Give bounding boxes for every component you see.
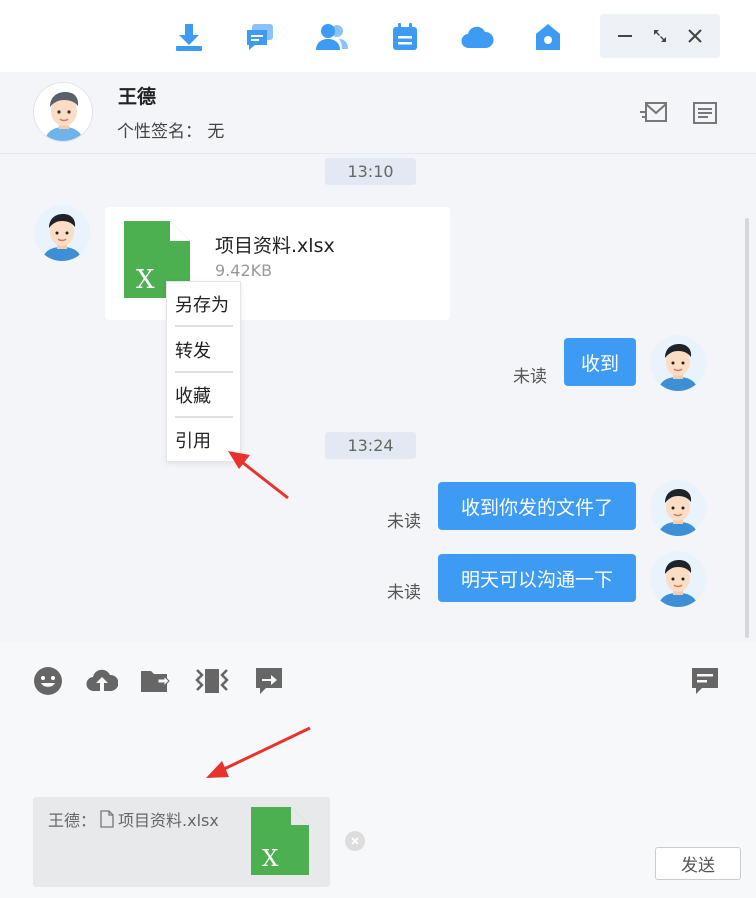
contact-signature: 个性签名： 无 bbox=[117, 122, 225, 142]
quote-text: 王德： 项目资料.xlsx bbox=[48, 807, 219, 831]
minimize-icon[interactable] bbox=[611, 22, 639, 50]
file-message-card[interactable]: X 项目资料.xlsx 9.42KB bbox=[105, 207, 450, 320]
chat-record-icon[interactable] bbox=[690, 98, 720, 128]
menu-item-quote[interactable]: 引用 bbox=[175, 418, 233, 462]
cloud-icon[interactable] bbox=[460, 20, 494, 54]
fullscreen-icon[interactable] bbox=[646, 22, 674, 50]
emoji-icon[interactable] bbox=[31, 664, 65, 698]
send-folder-icon[interactable] bbox=[138, 664, 172, 698]
send-mail-icon[interactable] bbox=[639, 98, 669, 128]
file-name: 项目资料.xlsx bbox=[215, 235, 335, 257]
timestamp: 13:24 bbox=[325, 432, 416, 459]
menu-item-favorite[interactable]: 收藏 bbox=[175, 373, 233, 417]
self-avatar[interactable] bbox=[650, 480, 706, 536]
forward-icon[interactable] bbox=[252, 664, 286, 698]
contact-avatar[interactable] bbox=[33, 82, 93, 142]
menu-divider bbox=[175, 325, 233, 327]
message-bubble[interactable]: 收到你发的文件了 bbox=[438, 482, 636, 530]
top-toolbar bbox=[0, 0, 756, 72]
context-menu: 另存为 转发 收藏 引用 bbox=[166, 281, 241, 462]
file-icon bbox=[100, 810, 114, 828]
svg-text:X: X bbox=[136, 265, 155, 295]
read-status: 未读 bbox=[513, 367, 547, 387]
file-size: 9.42KB bbox=[215, 261, 273, 280]
excel-file-icon: X bbox=[251, 807, 309, 875]
window-controls bbox=[600, 14, 720, 58]
chat-icon[interactable] bbox=[243, 20, 277, 54]
close-icon[interactable] bbox=[681, 22, 709, 50]
quote-preview: 王德： 项目资料.xlsx X bbox=[33, 797, 330, 887]
timestamp: 13:10 bbox=[325, 158, 416, 185]
quote-close-icon[interactable] bbox=[345, 831, 365, 851]
quote-sender: 王德： bbox=[48, 811, 97, 830]
upload-cloud-icon[interactable] bbox=[85, 664, 119, 698]
message-scrollbar[interactable] bbox=[745, 218, 749, 638]
chat-window: 王德 个性签名： 无 13:10 X 项目资料.xlsx 9.42KB 另存为 … bbox=[0, 0, 756, 898]
contacts-icon[interactable] bbox=[315, 20, 349, 54]
svg-text:X: X bbox=[262, 846, 279, 872]
send-button[interactable]: 发送 bbox=[655, 847, 741, 880]
contact-name: 王德 bbox=[118, 86, 157, 108]
calendar-icon[interactable] bbox=[388, 20, 422, 54]
home-icon[interactable] bbox=[531, 20, 565, 54]
menu-item-forward[interactable]: 转发 bbox=[175, 328, 233, 372]
download-icon[interactable] bbox=[172, 20, 206, 54]
menu-item-save-as[interactable]: 另存为 bbox=[175, 282, 233, 326]
self-avatar[interactable] bbox=[650, 551, 706, 607]
self-avatar[interactable] bbox=[650, 335, 706, 391]
read-status: 未读 bbox=[387, 512, 421, 532]
sender-avatar[interactable] bbox=[34, 205, 90, 261]
quote-file-name: 项目资料.xlsx bbox=[118, 811, 219, 830]
contact-header: 王德 个性签名： 无 bbox=[0, 72, 756, 154]
screenshot-icon[interactable] bbox=[195, 664, 229, 698]
read-status: 未读 bbox=[387, 583, 421, 603]
message-bubble[interactable]: 收到 bbox=[564, 338, 636, 386]
message-bubble[interactable]: 明天可以沟通一下 bbox=[438, 554, 636, 602]
message-history-icon[interactable] bbox=[688, 664, 722, 698]
